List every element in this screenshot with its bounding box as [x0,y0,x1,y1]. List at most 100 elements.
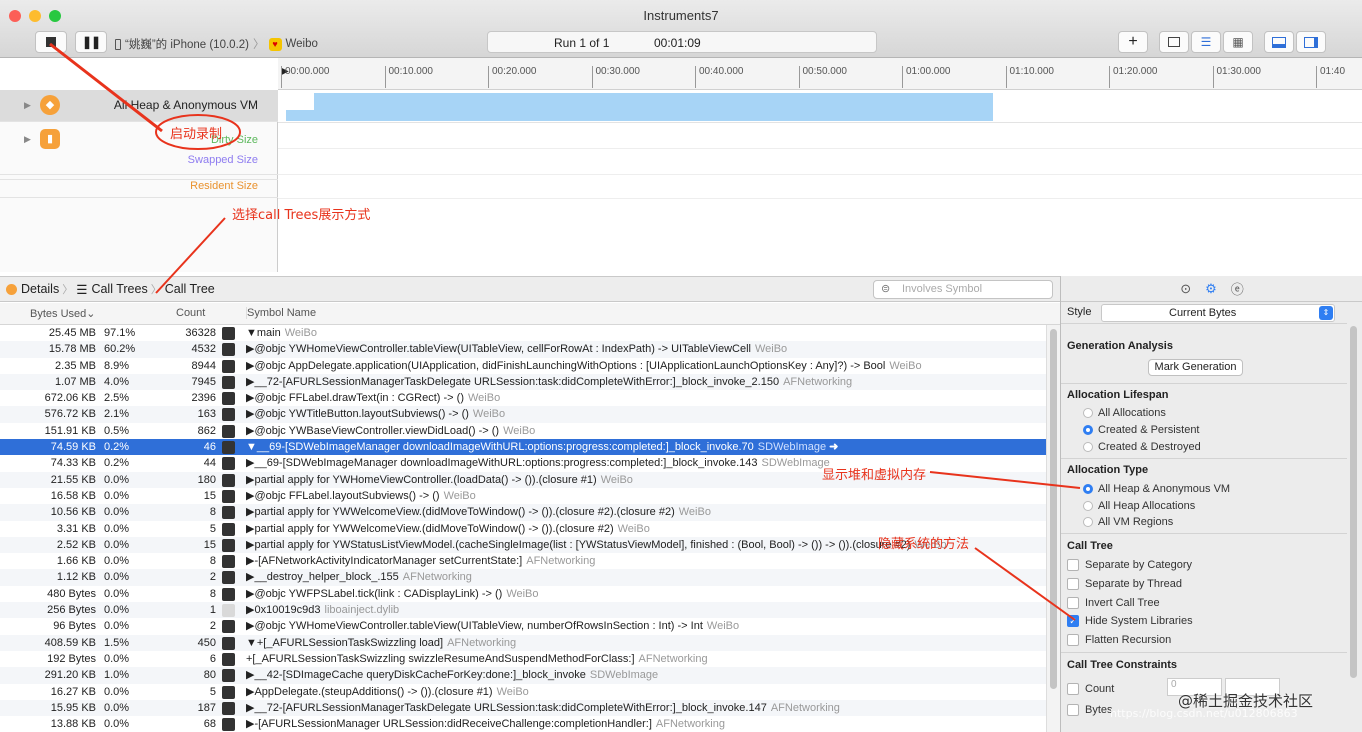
table-row[interactable]: 25.45 MB 97.1% 36328 ▼main WeiBo [0,325,1046,341]
bytes-used-cell: 74.33 KB [50,457,96,470]
count-constraint-checkbox[interactable]: Count [1067,683,1114,695]
breadcrumb-call-trees[interactable]: ☰ Call Trees [76,282,148,297]
inspector-tabs: ⊙ ⚙ ⓔ [1061,276,1362,302]
involves-symbol-search[interactable]: ⊜ Involves Symbol [873,280,1053,299]
call-tree-scrollbar[interactable] [1046,325,1060,732]
table-row[interactable]: 480 Bytes 0.0% 8 ▶@objc YWFPSLabel.tick(lin… [0,586,1046,602]
user-code-icon [222,473,235,487]
table-row[interactable]: 74.59 KB 0.2% 46 ▼__69-[SDWebImageManager d… [0,439,1046,456]
timeline-tick: 00:40.000 [695,66,744,88]
table-row[interactable]: 2.35 MB 8.9% 8944 ▶@objc AppDelegate.applic… [0,358,1046,374]
percent-cell: 1.0% [104,669,130,682]
track-label-swapped: Swapped Size [187,154,258,166]
column-symbol-name[interactable]: Symbol Name [246,307,316,319]
user-code-icon [222,375,235,389]
table-row[interactable]: 10.56 KB 0.0% 8 ▶partial apply for YWWelcom… [0,504,1046,521]
table-row[interactable]: 291.20 KB 1.0% 80 ▶__42-[SDImageCache query… [0,667,1046,684]
grid-view-button[interactable]: ▦ [1223,31,1253,53]
list-view-button[interactable]: ☰ [1191,31,1221,53]
symbol-cell: +[_AFURLSessionTaskSwizzling swizzleResu… [246,651,708,667]
scrollbar-thumb[interactable] [1050,329,1057,689]
column-bytes-used[interactable]: Bytes Used⌄ [30,307,95,320]
radio-off-icon [1083,408,1093,418]
allocations-instrument-icon: ◆ [40,95,60,115]
library-name: WeiBo [472,408,506,421]
percent-cell: 0.0% [104,555,130,568]
table-row[interactable]: 192 Bytes 0.0% 6 +[_AFURLSessionTaskSwizzl… [0,651,1046,667]
table-row[interactable]: 408.59 KB 1.5% 450 ▼+[_AFURLSessionTaskSwiz… [0,634,1046,651]
lifespan-option-all[interactable]: All Allocations [1083,407,1166,419]
user-code-icon [222,587,235,601]
extended-detail-icon[interactable]: ⓔ [1231,279,1244,298]
table-row[interactable]: 15.78 MB 60.2% 4532 ▶@objc YWHomeViewContro… [0,341,1046,358]
bytes-used-cell: 576.72 KB [44,408,96,421]
toggle-inspector-button[interactable] [1296,31,1326,53]
mark-generation-button[interactable]: Mark Generation [1148,359,1243,376]
invert-call-tree-checkbox[interactable]: Invert Call Tree [1067,597,1160,609]
separate-by-thread-checkbox[interactable]: Separate by Thread [1067,578,1182,590]
table-row[interactable]: 16.27 KB 0.0% 5 ▶AppDelegate.(steupAddition… [0,684,1046,700]
lifespan-option-destroyed[interactable]: Created & Destroyed [1083,441,1201,453]
stop-record-button[interactable] [35,31,67,53]
breadcrumb-call-tree[interactable]: Call Tree [165,282,215,296]
flatten-recursion-checkbox[interactable]: Flatten Recursion [1067,634,1171,646]
iphone-icon [115,38,121,50]
breadcrumb-details[interactable]: Details [6,282,59,296]
table-row[interactable]: 16.58 KB 0.0% 15 ▶@objc FFLabel.layoutSubvi… [0,488,1046,504]
table-row[interactable]: 1.66 KB 0.0% 8 ▶-[AFNetworkActivityIndicato… [0,553,1046,569]
hide-system-libraries-checkbox[interactable]: ✓ Hide System Libraries [1067,615,1193,627]
toggle-detail-pane-button[interactable] [1264,31,1294,53]
symbol-cell: ▶partial apply for YWStatusListViewModel… [246,537,947,553]
table-row[interactable]: 13.88 KB 0.0% 68 ▶-[AFURLSessionManager URL… [0,716,1046,732]
target-selector[interactable]: “姚巍”的 iPhone (10.0.2) 〉 ♥ Weibo [115,34,318,54]
table-row[interactable]: 1.07 MB 4.0% 7945 ▶__72-[AFURLSessionManage… [0,373,1046,391]
table-row[interactable]: 672.06 KB 2.5% 2396 ▶@objc FFLabel.drawText… [0,390,1046,406]
percent-cell: 97.1% [104,327,136,339]
table-row[interactable]: 576.72 KB 2.1% 163 ▶@objc YWTitleButton.lay… [0,406,1046,423]
user-code-icon [222,620,235,634]
column-count[interactable]: Count [176,307,205,319]
checkbox-label: Invert Call Tree [1085,597,1160,609]
table-row[interactable]: 96 Bytes 0.0% 2 ▶@objc YWHomeViewController… [0,618,1046,634]
track-allocations[interactable]: ▶ ◆ All Heap & Anonymous VM [0,90,278,122]
lifespan-option-persistent[interactable]: Created & Persistent [1083,424,1200,436]
record-settings-button[interactable] [1159,31,1189,53]
separate-by-category-checkbox[interactable]: Separate by Category [1067,559,1192,571]
table-row[interactable]: 151.91 KB 0.5% 862 ▶@objc YWBaseViewControl… [0,423,1046,439]
symbol-name: ▶0x10019c9d3 [246,604,321,617]
user-code-icon [222,327,235,340]
timeline-ruler[interactable]: ▶ 00:00.000 00:10.000 00:20.000 00:30.000 00… [278,58,1362,90]
track-graph-area[interactable] [278,90,1362,272]
bytes-constraint-checkbox[interactable]: Bytes [1067,704,1113,716]
library-name: WeiBo [617,522,650,535]
chevron-right-icon: 〉 [62,284,74,296]
scrollbar-thumb[interactable] [1350,326,1357,678]
checkbox-off-icon [1067,578,1079,590]
add-instrument-button[interactable]: + [1118,31,1148,53]
heap-graph-line [286,110,314,121]
bytes-used-cell: 2.52 KB [56,538,96,551]
inspector-scrollbar[interactable] [1349,326,1359,732]
go-to-source-icon[interactable]: ➜ [826,441,838,453]
bytes-used-cell: 1.66 KB [56,555,96,568]
table-row[interactable]: 256 Bytes 0.0% 1 ▶0x10019c9d3 liboainject.dy… [0,602,1046,619]
record-settings-icon[interactable]: ⊙ [1180,281,1191,297]
display-settings-icon[interactable]: ⚙ [1205,281,1217,297]
pause-button[interactable]: ❚❚ [75,31,107,53]
type-option-heap[interactable]: All Heap Allocations [1083,500,1195,512]
type-option-vm[interactable]: All VM Regions [1083,516,1173,528]
call-tree-table[interactable]: 25.45 MB 97.1% 36328 ▼main WeiBo 15.78 MB 60.2… [0,325,1046,732]
sort-descending-icon: ⌄ [86,308,96,320]
type-option-heap-vm[interactable]: All Heap & Anonymous VM [1083,483,1230,495]
style-popup[interactable]: Current Bytes ⇕ [1101,304,1335,322]
disclosure-triangle-icon[interactable]: ▶ [24,134,31,145]
user-code-icon [222,522,235,536]
bytes-used-cell: 13.88 KB [50,718,96,731]
disclosure-triangle-icon[interactable]: ▶ [24,100,31,111]
count-cell: 8 [209,506,216,519]
symbol-name: ▶partial apply for YWWelcomeView.(didMov… [246,506,675,519]
section-divider [1061,458,1347,459]
table-row[interactable]: 15.95 KB 0.0% 187 ▶__72-[AFURLSessionManage… [0,699,1046,717]
type-option-label: All Heap Allocations [1098,500,1196,512]
table-row[interactable]: 1.12 KB 0.0% 2 ▶__destroy_helper_block_.155… [0,569,1046,586]
